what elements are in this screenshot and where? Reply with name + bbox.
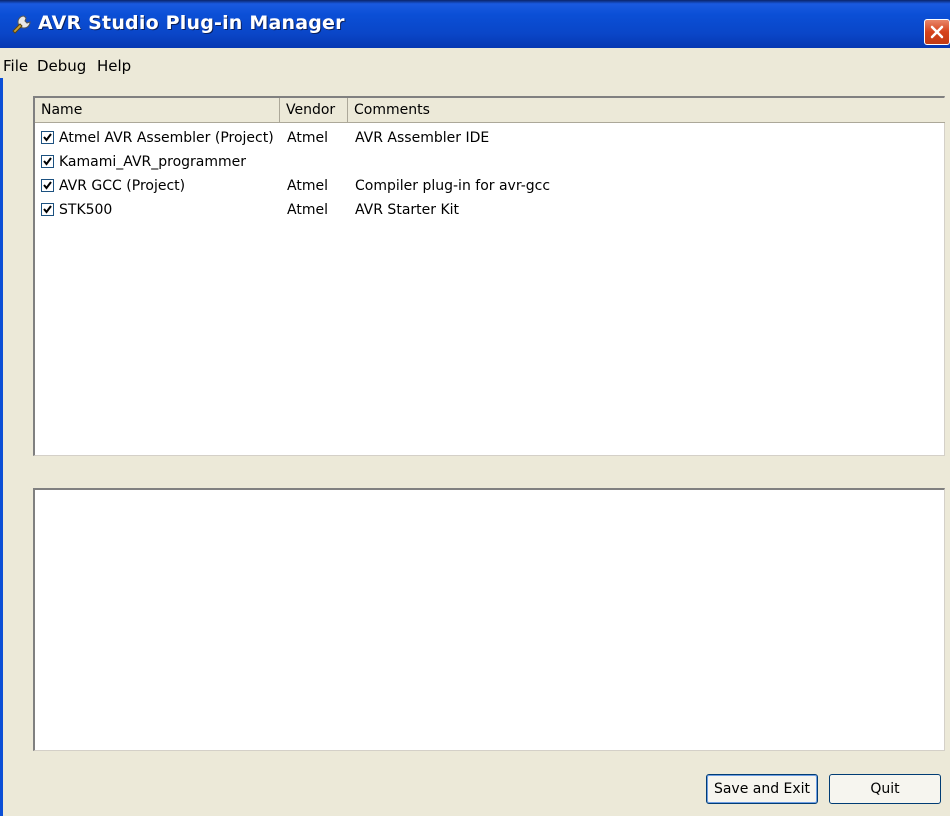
wrench-icon — [10, 14, 32, 36]
plugin-checkbox[interactable] — [41, 131, 54, 144]
window-title: AVR Studio Plug-in Manager — [38, 12, 345, 34]
plugin-name: STK500 — [59, 202, 113, 218]
plugin-manager-window: AVR Studio Plug-in Manager File Debug He… — [0, 0, 950, 816]
plugin-comments: AVR Starter Kit — [355, 202, 460, 218]
list-header: Name Vendor Comments — [35, 98, 945, 123]
menu-bar: File Debug Help — [0, 52, 950, 78]
list-item[interactable]: STK500 Atmel AVR Starter Kit — [35, 198, 943, 222]
plugin-checkbox[interactable] — [41, 179, 54, 192]
checkmark-icon — [43, 205, 52, 214]
plugin-list[interactable]: Name Vendor Comments Atmel AVR Assembler… — [33, 96, 945, 456]
plugin-checkbox[interactable] — [41, 155, 54, 168]
close-button[interactable] — [924, 19, 950, 45]
plugin-vendor: Atmel — [287, 178, 328, 194]
menu-file[interactable]: File — [3, 57, 28, 75]
save-and-exit-button[interactable]: Save and Exit — [706, 774, 818, 804]
list-item[interactable]: Atmel AVR Assembler (Project) Atmel AVR … — [35, 126, 943, 150]
column-header-vendor[interactable]: Vendor — [280, 98, 348, 122]
list-item[interactable]: AVR GCC (Project) Atmel Compiler plug-in… — [35, 174, 943, 198]
menu-help[interactable]: Help — [97, 57, 131, 75]
plugin-name: Atmel AVR Assembler (Project) — [59, 130, 274, 146]
column-header-name[interactable]: Name — [35, 98, 280, 122]
title-bar[interactable]: AVR Studio Plug-in Manager — [0, 0, 950, 48]
close-icon — [930, 25, 944, 39]
plugin-vendor: Atmel — [287, 130, 328, 146]
plugin-name: AVR GCC (Project) — [59, 178, 186, 194]
plugin-checkbox[interactable] — [41, 203, 54, 216]
checkmark-icon — [43, 133, 52, 142]
plugin-vendor: Atmel — [287, 202, 328, 218]
quit-button[interactable]: Quit — [829, 774, 941, 804]
plugin-comments: AVR Assembler IDE — [355, 130, 490, 146]
plugin-details-panel[interactable] — [33, 488, 945, 751]
menu-debug[interactable]: Debug — [37, 57, 86, 75]
list-item[interactable]: Kamami_AVR_programmer — [35, 150, 943, 174]
window-frame-edge — [0, 78, 3, 816]
plugin-name: Kamami_AVR_programmer — [59, 154, 247, 170]
plugin-comments: Compiler plug-in for avr-gcc — [355, 178, 551, 194]
checkmark-icon — [43, 181, 52, 190]
checkmark-icon — [43, 157, 52, 166]
column-header-comments[interactable]: Comments — [348, 98, 945, 122]
